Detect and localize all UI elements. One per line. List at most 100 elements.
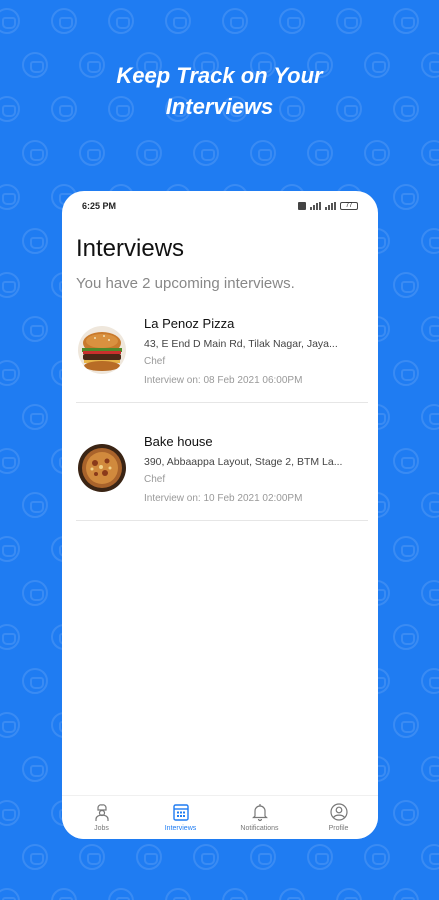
tab-profile-label: Profile xyxy=(328,825,349,832)
pattern-chef-hat-icon xyxy=(393,536,419,562)
pattern-chef-hat-icon xyxy=(22,580,48,606)
tab-notifications[interactable]: Notifications xyxy=(220,796,299,839)
job-role: Chef xyxy=(144,356,166,367)
status-icons: 77 xyxy=(298,202,358,210)
tab-notifications-label: Notifications xyxy=(240,825,279,832)
pattern-chef-hat-icon xyxy=(421,492,439,518)
tab-interviews[interactable]: Interviews xyxy=(141,796,220,839)
signal-icon xyxy=(310,202,321,210)
pattern-chef-hat-icon xyxy=(193,140,219,166)
pattern-chef-hat-icon xyxy=(79,844,105,870)
pattern-chef-hat-icon xyxy=(393,712,419,738)
pattern-chef-hat-icon xyxy=(22,844,48,870)
pattern-chef-hat-icon xyxy=(250,140,276,166)
pattern-chef-hat-icon xyxy=(393,888,419,900)
pattern-chef-hat-icon xyxy=(421,404,439,430)
restaurant-address: 43, E End D Main Rd, Tilak Nagar, Jaya..… xyxy=(144,338,338,350)
pattern-chef-hat-icon xyxy=(22,228,48,254)
job-role: Chef xyxy=(144,474,166,485)
pattern-chef-hat-icon xyxy=(222,8,248,34)
pattern-chef-hat-icon xyxy=(22,404,48,430)
promo-headline: Keep Track on Your Interviews xyxy=(0,60,439,122)
pattern-chef-hat-icon xyxy=(336,8,362,34)
pattern-chef-hat-icon xyxy=(0,272,20,298)
pattern-chef-hat-icon xyxy=(22,492,48,518)
pattern-chef-hat-icon xyxy=(250,844,276,870)
page-title: Interviews xyxy=(76,235,185,262)
pattern-chef-hat-icon xyxy=(364,844,390,870)
pattern-chef-hat-icon xyxy=(108,8,134,34)
tab-interviews-label: Interviews xyxy=(164,825,197,832)
phone-screen: 6:25 PM 77 Interviews You have 2 upcomin… xyxy=(62,191,378,839)
pattern-chef-hat-icon xyxy=(0,624,20,650)
pattern-chef-hat-icon xyxy=(393,360,419,386)
battery-icon: 77 xyxy=(340,202,358,210)
promo-headline-line1: Keep Track on Your xyxy=(116,63,323,88)
pattern-chef-hat-icon xyxy=(279,8,305,34)
bottom-tab-bar: Jobs Interviews Notifications Profile xyxy=(62,795,378,839)
pattern-chef-hat-icon xyxy=(0,536,20,562)
pattern-chef-hat-icon xyxy=(336,888,362,900)
page-subtitle: You have 2 upcoming interviews. xyxy=(76,275,295,292)
pattern-chef-hat-icon xyxy=(393,800,419,826)
pattern-chef-hat-icon xyxy=(0,184,20,210)
pattern-chef-hat-icon xyxy=(222,888,248,900)
chef-icon xyxy=(94,804,109,821)
pattern-chef-hat-icon xyxy=(0,712,20,738)
burger-photo xyxy=(78,326,126,374)
sim-icon xyxy=(298,202,306,210)
pattern-chef-hat-icon xyxy=(393,272,419,298)
pattern-chef-hat-icon xyxy=(22,756,48,782)
pattern-chef-hat-icon xyxy=(193,844,219,870)
pattern-chef-hat-icon xyxy=(0,360,20,386)
interview-card[interactable]: La Penoz Pizza 43, E End D Main Rd, Tila… xyxy=(76,307,368,403)
pattern-chef-hat-icon xyxy=(364,140,390,166)
promo-headline-line2: Interviews xyxy=(165,94,274,119)
pattern-chef-hat-icon xyxy=(0,888,20,900)
pattern-chef-hat-icon xyxy=(0,448,20,474)
pattern-chef-hat-icon xyxy=(136,844,162,870)
calendar-icon xyxy=(172,804,189,821)
pattern-chef-hat-icon xyxy=(0,8,20,34)
pattern-chef-hat-icon xyxy=(22,668,48,694)
pattern-chef-hat-icon xyxy=(421,756,439,782)
pattern-chef-hat-icon xyxy=(307,140,333,166)
signal-icon-2 xyxy=(325,202,336,210)
profile-icon xyxy=(329,803,348,821)
tab-jobs-label: Jobs xyxy=(94,825,109,832)
pattern-chef-hat-icon xyxy=(421,140,439,166)
pattern-chef-hat-icon xyxy=(22,140,48,166)
pattern-chef-hat-icon xyxy=(393,448,419,474)
interview-datetime: Interview on: 08 Feb 2021 06:00PM xyxy=(144,375,303,386)
pattern-chef-hat-icon xyxy=(0,800,20,826)
pattern-chef-hat-icon xyxy=(279,888,305,900)
pattern-chef-hat-icon xyxy=(393,624,419,650)
pattern-chef-hat-icon xyxy=(421,668,439,694)
restaurant-name: Bake house xyxy=(144,434,213,449)
pattern-chef-hat-icon xyxy=(165,888,191,900)
bell-icon xyxy=(251,804,268,822)
pattern-chef-hat-icon xyxy=(421,580,439,606)
pattern-chef-hat-icon xyxy=(307,844,333,870)
pattern-chef-hat-icon xyxy=(108,888,134,900)
pattern-chef-hat-icon xyxy=(421,844,439,870)
restaurant-name: La Penoz Pizza xyxy=(144,316,235,331)
pattern-chef-hat-icon xyxy=(421,316,439,342)
tab-profile[interactable]: Profile xyxy=(299,796,378,839)
restaurant-address: 390, Abbaappa Layout, Stage 2, BTM La... xyxy=(144,456,343,468)
interview-card[interactable]: Bake house 390, Abbaappa Layout, Stage 2… xyxy=(76,425,368,521)
status-time: 6:25 PM xyxy=(82,201,117,211)
pattern-chef-hat-icon xyxy=(51,888,77,900)
pattern-chef-hat-icon xyxy=(421,228,439,254)
interview-datetime: Interview on: 10 Feb 2021 02:00PM xyxy=(144,493,303,504)
pattern-chef-hat-icon xyxy=(393,184,419,210)
pattern-chef-hat-icon xyxy=(22,316,48,342)
pizza-photo xyxy=(78,444,126,492)
pattern-chef-hat-icon xyxy=(136,140,162,166)
pattern-chef-hat-icon xyxy=(393,8,419,34)
pattern-chef-hat-icon xyxy=(165,8,191,34)
status-bar: 6:25 PM 77 xyxy=(62,191,378,221)
pattern-chef-hat-icon xyxy=(79,140,105,166)
pattern-chef-hat-icon xyxy=(51,8,77,34)
tab-jobs[interactable]: Jobs xyxy=(62,796,141,839)
